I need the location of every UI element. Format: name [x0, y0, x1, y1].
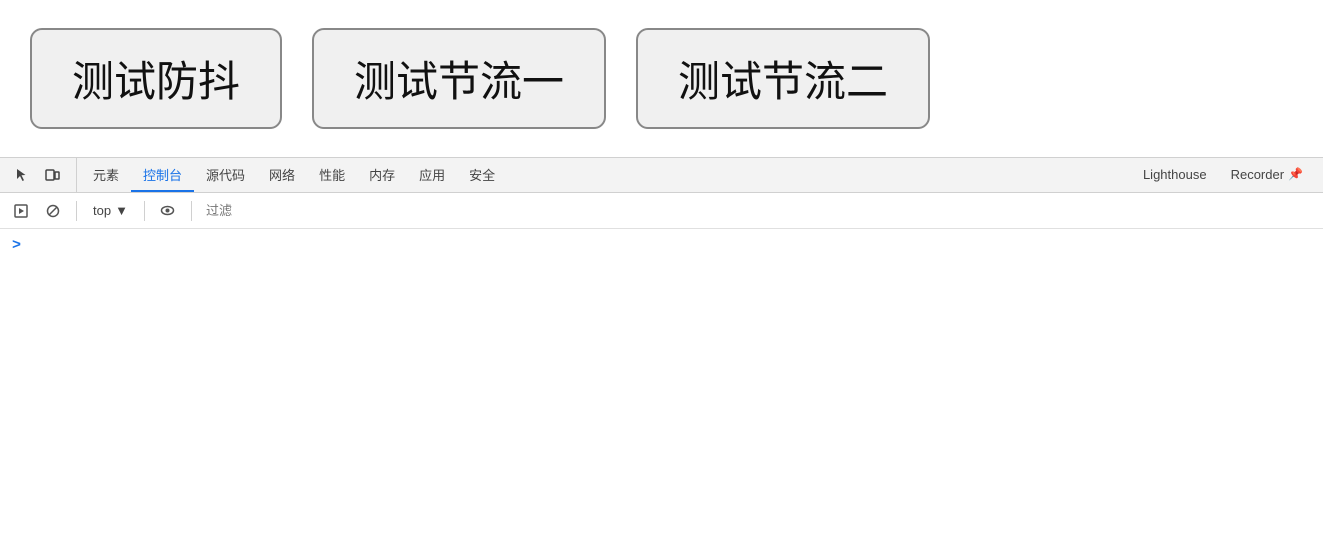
pin-icon: 📌	[1288, 167, 1303, 181]
toolbar-divider-2	[144, 201, 145, 221]
filter-input[interactable]	[202, 201, 1315, 220]
throttle2-button[interactable]: 测试节流二	[636, 28, 930, 129]
devtools-tabs: 元素 控制台 源代码 网络 性能 内存 应用 安全 Lighthouse Rec…	[81, 158, 1315, 192]
tab-network[interactable]: 网络	[257, 158, 307, 192]
top-context-selector[interactable]: top ▼	[87, 201, 134, 220]
console-toolbar: top ▼	[0, 193, 1323, 229]
toolbar-divider-3	[191, 201, 192, 221]
top-context-label: top	[93, 203, 111, 218]
devtools-toolbar: 元素 控制台 源代码 网络 性能 内存 应用 安全 Lighthouse Rec…	[0, 157, 1323, 193]
block-console-button[interactable]	[40, 198, 66, 224]
tab-memory[interactable]: 内存	[357, 158, 407, 192]
tab-security[interactable]: 安全	[457, 158, 507, 192]
recorder-label: Recorder	[1231, 167, 1284, 182]
tab-performance[interactable]: 性能	[307, 158, 357, 192]
tab-application[interactable]: 应用	[407, 158, 457, 192]
tab-console[interactable]: 控制台	[131, 158, 194, 192]
console-prompt: >	[12, 237, 1311, 254]
eye-filter-button[interactable]	[155, 198, 181, 224]
console-content: >	[0, 229, 1323, 429]
debounce-button[interactable]: 测试防抖	[30, 28, 282, 129]
tab-sources[interactable]: 源代码	[194, 158, 257, 192]
tab-lighthouse[interactable]: Lighthouse	[1131, 158, 1219, 192]
toolbar-divider	[76, 201, 77, 221]
throttle1-button[interactable]: 测试节流一	[312, 28, 606, 129]
toolbar-icons-group	[8, 158, 77, 192]
tab-elements[interactable]: 元素	[81, 158, 131, 192]
play-console-button[interactable]	[8, 198, 34, 224]
tab-recorder[interactable]: Recorder 📌	[1219, 158, 1315, 192]
button-area: 测试防抖 测试节流一 测试节流二	[0, 0, 1323, 157]
prompt-chevron: >	[12, 237, 21, 254]
device-toolbar-icon-button[interactable]	[38, 161, 66, 189]
cursor-icon-button[interactable]	[8, 161, 36, 189]
chevron-down-icon: ▼	[115, 203, 128, 218]
